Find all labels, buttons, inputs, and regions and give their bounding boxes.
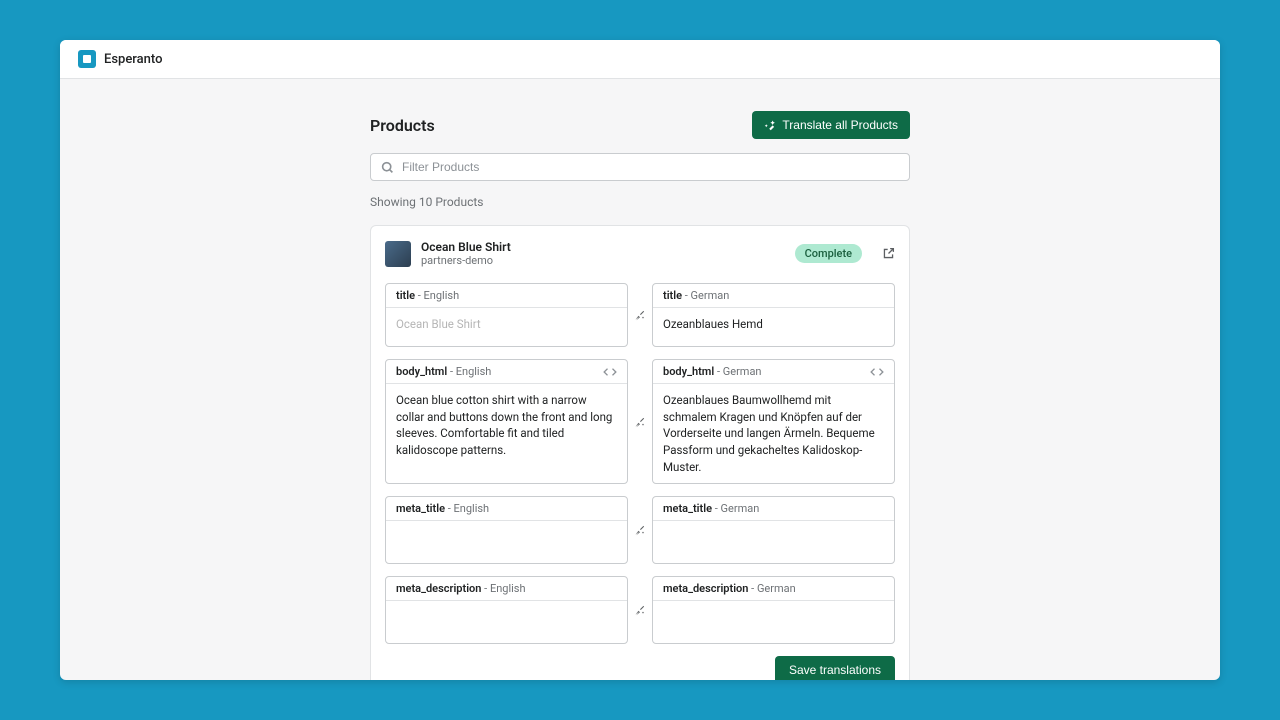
page-title: Products [370, 116, 435, 135]
product-card: Ocean Blue Shirt partners-demo Complete … [370, 225, 910, 680]
field-value[interactable]: Ozeanblaues Baumwollhemd mit schmalem Kr… [653, 384, 894, 483]
field-target-meta-title: meta_title - German [652, 496, 895, 564]
field-target-body-html: body_html - German Ozeanblaues Baumwollh… [652, 359, 895, 484]
field-source-meta-title: meta_title - English [385, 496, 628, 564]
field-value[interactable]: Ozeanblaues Hemd [653, 308, 894, 346]
topbar: Esperanto [60, 40, 1220, 79]
search-input[interactable] [402, 160, 899, 174]
product-title: Ocean Blue Shirt [421, 240, 785, 254]
translate-field-button[interactable] [631, 413, 649, 431]
translate-field-col [628, 576, 652, 644]
page-header: Products Translate all Products [370, 111, 910, 139]
field-header: body_html - German [653, 360, 894, 384]
product-subtitle: partners-demo [421, 254, 785, 267]
field-value[interactable]: Ocean Blue Shirt [386, 308, 627, 346]
field-header: title - English [386, 284, 627, 308]
field-row-meta-title: meta_title - English meta_title - German [385, 496, 895, 564]
field-value[interactable] [386, 521, 627, 563]
field-value[interactable] [653, 521, 894, 563]
field-source-body-html: body_html - English Ocean blue cotton sh… [385, 359, 628, 484]
content-area: Products Translate all Products Showing … [60, 79, 1220, 680]
field-target-title: title - German Ozeanblaues Hemd [652, 283, 895, 347]
field-target-meta-description: meta_description - German [652, 576, 895, 644]
field-value[interactable] [653, 601, 894, 643]
field-header: body_html - English [386, 360, 627, 384]
field-value[interactable] [386, 601, 627, 643]
save-row: Save translations [385, 656, 895, 680]
translate-all-label: Translate all Products [782, 118, 898, 132]
translate-field-button[interactable] [631, 601, 649, 619]
field-value[interactable]: Ocean blue cotton shirt with a narrow co… [386, 384, 627, 467]
field-row-meta-description: meta_description - English meta_descript… [385, 576, 895, 644]
field-header: meta_title - German [653, 497, 894, 521]
main-container: Products Translate all Products Showing … [370, 111, 910, 648]
field-source-meta-description: meta_description - English [385, 576, 628, 644]
search-box[interactable] [370, 153, 910, 181]
result-count: Showing 10 Products [370, 195, 910, 209]
product-info: Ocean Blue Shirt partners-demo [421, 240, 785, 267]
search-icon [381, 161, 394, 174]
field-header: title - German [653, 284, 894, 308]
field-header: meta_description - English [386, 577, 627, 601]
field-source-title: title - English Ocean Blue Shirt [385, 283, 628, 347]
translate-field-button[interactable] [631, 521, 649, 539]
save-translations-button[interactable]: Save translations [775, 656, 895, 680]
field-header: meta_description - German [653, 577, 894, 601]
product-thumbnail [385, 241, 411, 267]
field-row-title: title - English Ocean Blue Shirt title -… [385, 283, 895, 347]
app-logo-icon [78, 50, 96, 68]
app-window: Esperanto Products Translate all Product… [60, 40, 1220, 680]
status-badge: Complete [795, 244, 862, 263]
translate-field-col [628, 359, 652, 484]
wand-icon [764, 119, 776, 131]
field-header: meta_title - English [386, 497, 627, 521]
app-name: Esperanto [104, 52, 162, 67]
product-header: Ocean Blue Shirt partners-demo Complete [385, 240, 895, 267]
field-row-body-html: body_html - English Ocean blue cotton sh… [385, 359, 895, 484]
translate-field-button[interactable] [631, 306, 649, 324]
code-icon[interactable] [870, 367, 884, 377]
code-icon[interactable] [603, 367, 617, 377]
translate-field-col [628, 283, 652, 347]
translate-field-col [628, 496, 652, 564]
external-link-icon[interactable] [882, 247, 895, 260]
translate-all-button[interactable]: Translate all Products [752, 111, 910, 139]
